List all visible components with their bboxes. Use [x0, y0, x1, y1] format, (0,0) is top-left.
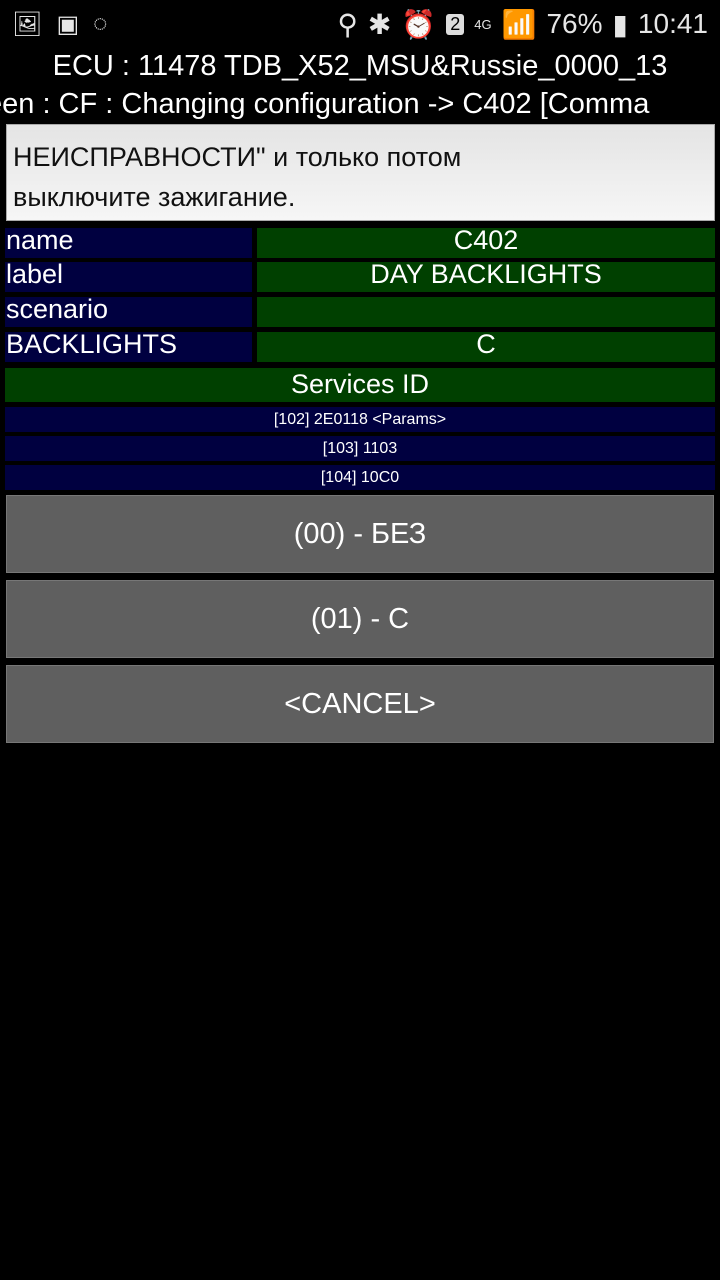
- services-header: Services ID: [5, 368, 715, 402]
- message-box[interactable]: НЕИСПРАВНОСТИ" и только потом выключите …: [6, 124, 715, 221]
- service-item: [103] 1103: [5, 436, 715, 461]
- service-item: [104] 10C0: [5, 465, 715, 490]
- option-00-button[interactable]: (00) - БЕЗ: [6, 495, 714, 573]
- field-row-name: name C402: [5, 227, 715, 258]
- screen-title: een : CF : Changing configuration -> C40…: [0, 88, 650, 120]
- battery-percent: 76%: [546, 8, 603, 39]
- field-key: label: [5, 262, 252, 292]
- location-icon: ⚲: [337, 8, 358, 40]
- cancel-button[interactable]: <CANCEL>: [6, 665, 714, 743]
- battery-icon: ▮: [612, 8, 628, 40]
- gallery-icon: 🖼: [12, 10, 43, 38]
- field-value: C402: [257, 227, 715, 258]
- field-value: [257, 297, 715, 327]
- field-row-scenario: scenario: [5, 297, 715, 327]
- field-row-label: label DAY BACKLIGHTS: [5, 261, 715, 292]
- field-value: C: [257, 331, 715, 362]
- field-key: scenario: [5, 297, 252, 327]
- bluetooth-icon: ✱: [367, 8, 392, 40]
- sim-icon: 2: [446, 13, 465, 35]
- signal-icon: 📶: [501, 8, 537, 40]
- clock: 10:41: [637, 8, 708, 39]
- browser-icon: ◌: [93, 9, 108, 37]
- option-01-button[interactable]: (01) - C: [6, 580, 714, 658]
- network-type: 4G: [474, 16, 492, 32]
- message-line: выключите зажигание.: [13, 182, 296, 212]
- field-key: BACKLIGHTS: [5, 332, 252, 362]
- message-line: НЕИСПРАВНОСТИ" и только потом: [13, 142, 462, 172]
- ecu-title: ECU : 11478 TDB_X52_MSU&Russie_0000_13: [52, 50, 668, 82]
- service-item: [102] 2E0118 <Params>: [5, 407, 715, 432]
- media-icon: ▣: [56, 10, 80, 38]
- field-row-backlights: BACKLIGHTS C: [5, 331, 715, 362]
- alarm-icon: ⏰: [401, 8, 437, 40]
- field-value: DAY BACKLIGHTS: [257, 261, 715, 292]
- status-bar: 🖼 ▣ ◌ ⚲ ✱ ⏰ 2 4G 📶 76% ▮ 10:41: [0, 0, 720, 48]
- field-key: name: [5, 228, 252, 258]
